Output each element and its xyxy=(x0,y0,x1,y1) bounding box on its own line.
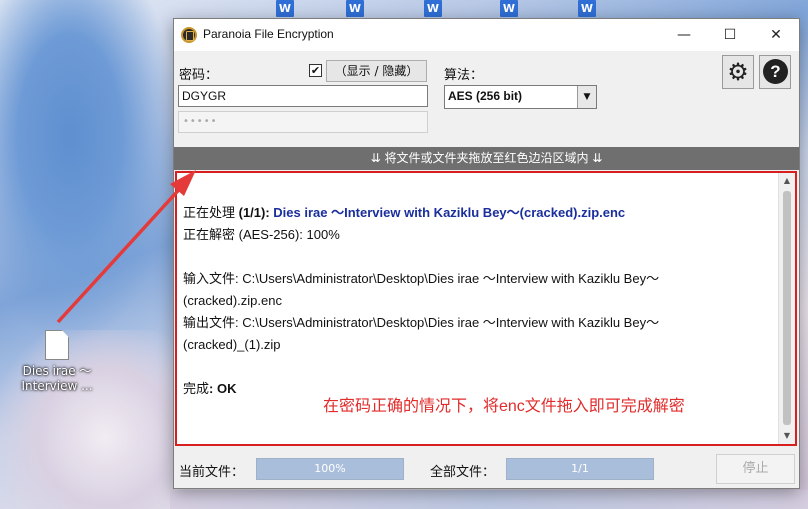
word-icon[interactable]: W xyxy=(276,0,294,17)
help-button[interactable]: ? xyxy=(759,55,791,89)
log-output-line: 输出文件: C:\Users\Administrator\Desktop\Die… xyxy=(183,315,660,330)
settings-button[interactable]: ⚙ xyxy=(722,55,754,89)
maximize-button[interactable]: ☐ xyxy=(707,19,753,51)
gear-icon: ⚙ xyxy=(727,58,749,86)
window-title: Paranoia File Encryption xyxy=(203,27,334,41)
log-input-line: 输入文件: C:\Users\Administrator\Desktop\Die… xyxy=(183,271,660,286)
close-button[interactable]: ✕ xyxy=(753,19,799,51)
log-decrypting-line: 正在解密 (AES-256): 100% xyxy=(183,227,340,242)
wallpaper-art xyxy=(170,490,808,509)
all-files-progress: 1/1 xyxy=(506,458,654,480)
chevron-down-icon[interactable]: ▼ xyxy=(577,86,596,108)
password-label: 密码： xyxy=(179,68,219,83)
all-files-label: 全部文件： xyxy=(430,465,496,480)
current-file-progress-text: 100% xyxy=(314,462,346,475)
stop-button[interactable]: 停止 xyxy=(716,454,795,484)
algorithm-value: AES (256 bit) xyxy=(448,89,523,103)
annotation-text: 在密码正确的情况下，将enc文件拖入即可完成解密 xyxy=(323,398,685,415)
all-files-progress-text: 1/1 xyxy=(571,462,589,475)
file-icon xyxy=(45,330,69,360)
scroll-down-icon[interactable]: ▼ xyxy=(779,428,795,444)
desktop-file-label: Interview ... xyxy=(21,379,93,393)
scroll-thumb[interactable] xyxy=(783,191,791,425)
word-icon[interactable]: W xyxy=(346,0,364,17)
algorithm-label: 算法： xyxy=(444,68,484,83)
help-icon: ? xyxy=(763,59,788,84)
show-password-checkbox[interactable]: ✔ xyxy=(309,64,322,77)
wallpaper-art xyxy=(0,0,175,340)
word-icon[interactable]: W xyxy=(424,0,442,17)
app-window: Paranoia File Encryption — ☐ ✕ 密码： ✔ （显示… xyxy=(173,18,800,489)
log-scrollbar[interactable]: ▲ ▼ xyxy=(778,173,795,444)
current-file-progress: 100% xyxy=(256,458,404,480)
word-icon[interactable]: W xyxy=(500,0,518,17)
drop-zone-log[interactable]: 正在处理 (1/1): Dies irae ～Interview with Ka… xyxy=(175,171,797,446)
scroll-up-icon[interactable]: ▲ xyxy=(779,173,795,189)
log-processing-line: 正在处理 (1/1): Dies irae ～Interview with Ka… xyxy=(183,205,626,220)
title-bar[interactable]: Paranoia File Encryption — ☐ ✕ xyxy=(174,19,799,51)
desktop-file-icon[interactable]: Dies irae ～ Interview ... xyxy=(20,330,94,394)
log-output-line: (cracked)_(1).zip xyxy=(183,337,281,352)
algorithm-select[interactable]: AES (256 bit) ▼ xyxy=(444,85,597,109)
password-input[interactable]: DGYGR xyxy=(178,85,428,107)
current-file-label: 当前文件： xyxy=(179,465,245,480)
password-confirm-input[interactable]: ••••• xyxy=(178,111,428,133)
minimize-button[interactable]: — xyxy=(661,19,707,51)
drop-zone-hint: ⇊ 将文件或文件夹拖放至红色边沿区域内 ⇊ xyxy=(174,147,799,170)
word-icon[interactable]: W xyxy=(578,0,596,17)
desktop-file-label: Dies irae ～ xyxy=(22,364,92,378)
app-lock-icon xyxy=(181,27,197,43)
log-text: 正在处理 (1/1): Dies irae ～Interview with Ka… xyxy=(183,202,773,415)
show-hide-button[interactable]: （显示 / 隐藏） xyxy=(326,60,427,82)
log-input-line: (cracked).zip.enc xyxy=(183,293,282,308)
